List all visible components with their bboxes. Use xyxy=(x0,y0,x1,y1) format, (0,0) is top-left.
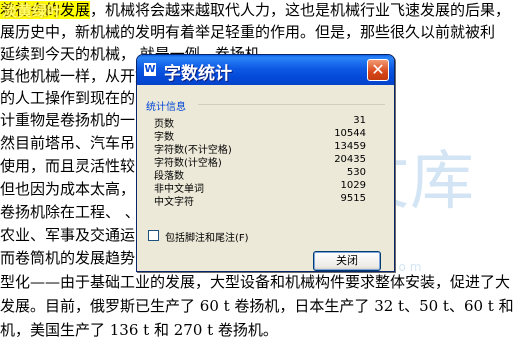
stat-value: 31 xyxy=(353,115,366,126)
document-line: 农业、军事及交通运 xyxy=(0,226,136,244)
stat-value: 1029 xyxy=(340,180,366,191)
stat-row-non-chinese-words: 非中文单词 1029 xyxy=(154,180,382,195)
dialog-title: 字数统计 xyxy=(164,64,232,84)
include-footnotes-checkbox[interactable] xyxy=(148,230,159,241)
word-count-dialog: W 字数统计 ✕ 统计信息 页数 31 字数 10544 字符数(不计空格) 1… xyxy=(136,54,395,272)
document-line: 着社会的发展，机械将会越来越取代人力，这也是机械行业飞速发展的后果， xyxy=(0,0,510,20)
stats-list: 页数 31 字数 10544 字符数(不计空格) 13459 字符数(计空格) … xyxy=(154,115,382,208)
stat-value: 13459 xyxy=(334,141,366,152)
word-app-icon: W xyxy=(144,63,156,76)
stat-row-paragraphs: 段落数 530 xyxy=(154,167,382,182)
document-line: 发展。目前，俄罗斯已生产了 60 t 卷扬机，日本生产了 32 t、50 t、6… xyxy=(0,297,514,315)
stat-label: 中文字符 xyxy=(154,197,194,208)
document-line: 展历史中，新机械的发明有着举足轻重的作用。但是，那些很久以前就被利 xyxy=(0,23,496,41)
stat-row-chars-no-spaces: 字符数(不计空格) 13459 xyxy=(154,141,382,156)
stat-row-chinese-chars: 中文字符 9515 xyxy=(154,193,382,208)
dialog-titlebar[interactable]: W 字数统计 ✕ xyxy=(137,55,394,85)
stat-row-pages: 页数 31 xyxy=(154,115,382,130)
document-line: 型化——由于基础工业的发展，大型设备和机械构件要求整体安装，促进了大 xyxy=(0,273,511,291)
stat-row-words: 字数 10544 xyxy=(154,128,382,143)
group-title: 统计信息 xyxy=(146,102,186,113)
include-footnotes-label[interactable]: 包括脚注和尾注(F) xyxy=(165,229,249,244)
document-line: 而卷筒机的发展趋势 xyxy=(0,249,136,267)
stat-value: 10544 xyxy=(334,128,366,139)
document-line: 机，美国生产了 136 t 和 270 t 卷扬机。 xyxy=(0,321,278,339)
stat-row-chars-with-spaces: 字符数(计空格) 20435 xyxy=(154,154,382,169)
watermark-char: 库 xyxy=(410,145,474,219)
dialog-body: 统计信息 页数 31 字数 10544 字符数(不计空格) 13459 字符数(… xyxy=(140,85,391,271)
stat-value: 20435 xyxy=(334,154,366,165)
group-divider xyxy=(198,104,385,105)
stamp-text: 淡黄绿叶 xyxy=(2,2,63,20)
close-icon[interactable]: ✕ xyxy=(367,59,389,81)
stat-value: 9515 xyxy=(340,193,366,204)
document-line-rest: ，机械将会越来越取代人力，这也是机械行业飞速发展的后果， xyxy=(90,1,511,19)
document-line: 的人工操作到现在的 xyxy=(0,89,136,107)
stat-value: 530 xyxy=(346,167,366,178)
close-button[interactable]: 关闭 xyxy=(313,251,381,271)
